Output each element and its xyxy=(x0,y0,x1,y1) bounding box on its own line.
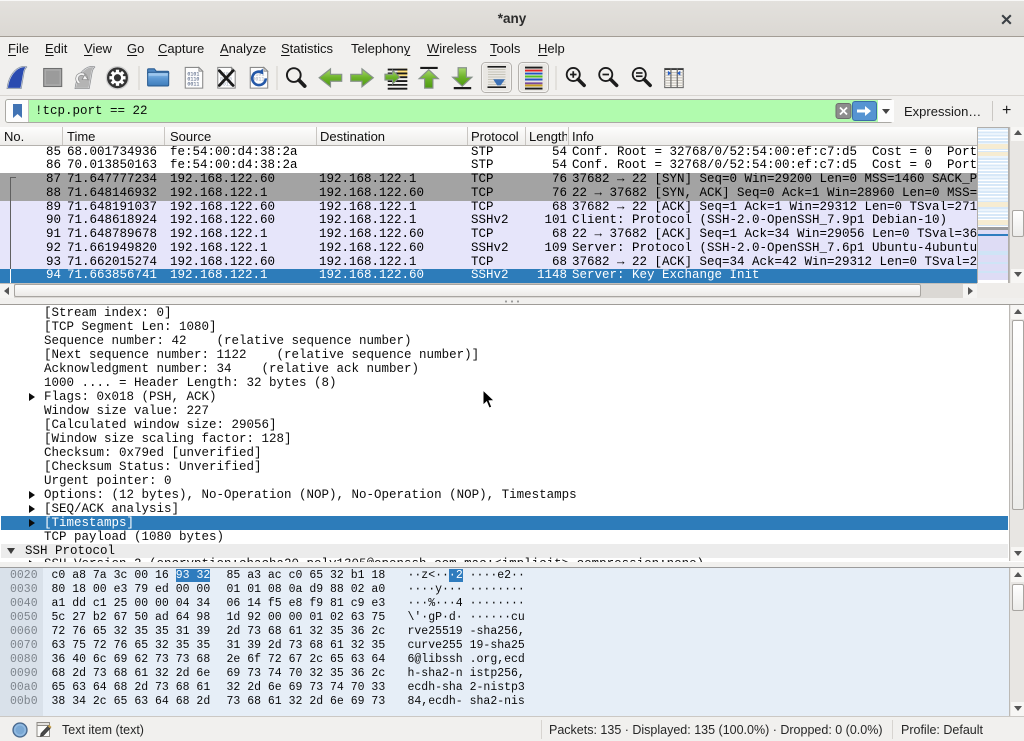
svg-text:0011: 0011 xyxy=(187,81,199,87)
